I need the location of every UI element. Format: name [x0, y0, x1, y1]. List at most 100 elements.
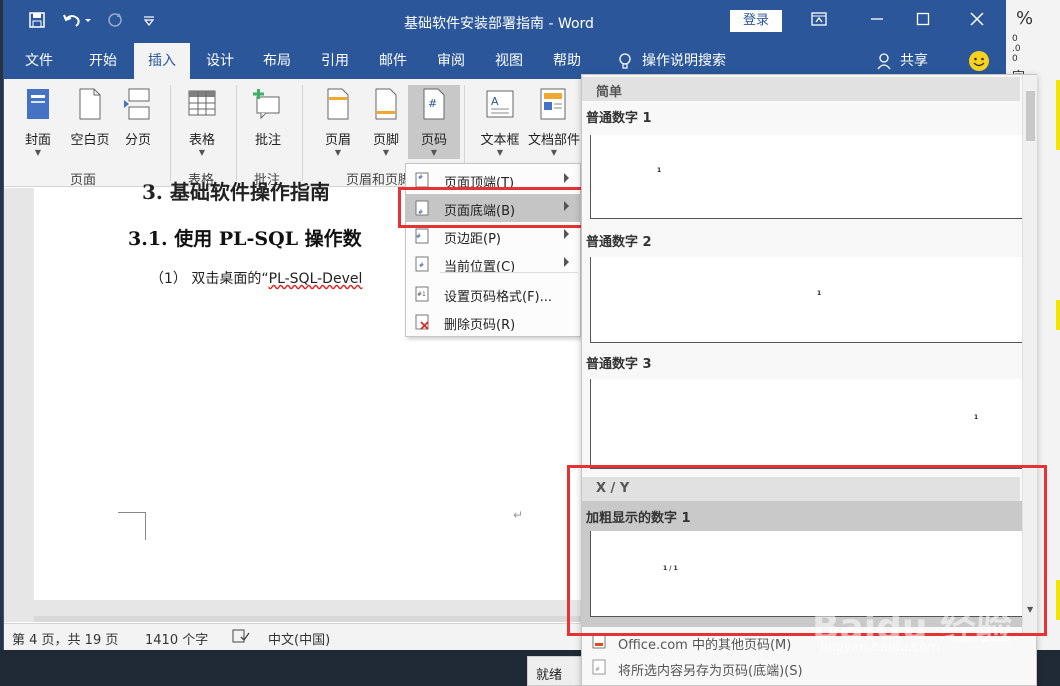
save-icon[interactable] — [28, 11, 46, 33]
chevron-down-icon: ▼ — [334, 148, 342, 157]
header-button[interactable]: 页眉 ▼ — [312, 85, 364, 159]
gallery-item-title: 普通数字 2 — [586, 235, 652, 250]
paragraph-step-1: （1） 双击桌面的“PL-SQL-Devel — [150, 268, 362, 288]
login-button[interactable]: 登录 — [730, 10, 782, 32]
menu-item-label: 删除页码(R) — [444, 318, 516, 333]
page-break-icon — [124, 88, 150, 120]
paragraph-text: （1） 双击桌面的“ — [150, 271, 269, 287]
paragraph-mark: ↵ — [513, 508, 524, 522]
chevron-down-icon: ▼ — [430, 148, 438, 157]
remove-page-numbers-icon — [415, 314, 429, 330]
comment-label: 批注 — [254, 133, 281, 148]
quick-parts-button[interactable]: 文档部件 ▼ — [524, 85, 584, 159]
footer-button[interactable]: 页脚 ▼ — [360, 85, 412, 159]
redo-icon[interactable] — [106, 11, 124, 33]
submenu-arrow-icon — [564, 229, 569, 239]
page-count-status[interactable]: 第 4 页，共 19 页 — [12, 629, 118, 648]
tab-design[interactable]: 设计 — [194, 43, 246, 79]
footer-label: 页脚 — [372, 133, 399, 148]
menu-separator — [440, 272, 578, 273]
tab-references[interactable]: 引用 — [310, 43, 360, 79]
comment-button[interactable]: 批注 — [242, 85, 294, 159]
svg-text:#: # — [595, 666, 600, 673]
chevron-down-icon: ▼ — [198, 148, 206, 157]
heading-3: 3. 基础软件操作指南 — [142, 180, 330, 204]
text-box-button[interactable]: A 文本框 ▼ — [474, 85, 526, 159]
menu-item-current-position[interactable]: # 当前位置(C) — [406, 250, 580, 278]
horizontal-scrollbar[interactable] — [34, 616, 594, 622]
format-page-numbers-icon: #1 — [415, 286, 429, 302]
background-highlight-bar — [1056, 580, 1060, 620]
word-count-status[interactable]: 1410 个字 — [145, 629, 208, 648]
customize-quick-access-icon[interactable] — [142, 13, 156, 35]
undo-icon[interactable] — [62, 11, 92, 33]
background-readout-low: 0 — [1012, 54, 1018, 64]
chevron-down-icon: ▼ — [550, 148, 558, 157]
table-icon — [188, 90, 216, 116]
spell-error-text: PL-SQL-Devel — [268, 271, 363, 287]
tab-insert[interactable]: 插入 — [134, 43, 190, 79]
text-box-label: 文本框 — [480, 133, 520, 148]
minimize-icon[interactable] — [862, 9, 892, 33]
proofing-icon[interactable] — [232, 628, 250, 648]
top-of-page-icon: # — [415, 172, 429, 188]
cover-page-button[interactable]: 封面 ▼ — [12, 85, 64, 159]
ribbon-display-options-icon[interactable] — [804, 9, 834, 33]
save-selection-label: 将所选内容另存为页码(底端)(S) — [618, 664, 803, 679]
svg-text:#: # — [428, 97, 437, 110]
footer-icon — [375, 88, 397, 120]
close-icon[interactable] — [962, 9, 992, 33]
margin-corner-mark — [118, 512, 146, 540]
menu-item-label: 设置页码格式(F)... — [444, 290, 553, 305]
gallery-item-plain-number-2[interactable]: 1 — [590, 257, 1029, 343]
scrollbar-thumb[interactable] — [1026, 91, 1035, 141]
cover-page-label: 封面 — [24, 133, 51, 148]
background-highlight-bar — [1056, 300, 1060, 330]
gallery-item-plain-number-1[interactable]: 1 — [590, 135, 1029, 219]
title-bar: 基础软件安装部署指南 - Word 登录 — [4, 1, 1006, 43]
lightbulb-icon — [616, 52, 634, 70]
background-readout-top: 0 — [1012, 34, 1018, 44]
page-margins-icon: # — [415, 228, 429, 244]
maximize-icon[interactable] — [908, 9, 938, 33]
highlight-box-bottom-of-page — [398, 187, 592, 228]
gallery-item-plain-number-3[interactable]: 1 — [590, 379, 1029, 469]
more-page-numbers-label: Office.com 中的其他页码(M) — [618, 638, 792, 653]
gallery-item-title: 普通数字 1 — [586, 111, 652, 126]
language-status[interactable]: 中文(中国) — [268, 629, 330, 648]
submenu-arrow-icon — [564, 173, 569, 183]
tab-home[interactable]: 开始 — [76, 43, 130, 79]
page-number-button[interactable]: # 页码 ▼ — [408, 85, 460, 159]
quick-parts-icon — [540, 88, 566, 120]
chevron-down-icon: ▼ — [382, 148, 390, 157]
blank-page-label: 空白页 — [70, 133, 110, 148]
tab-file[interactable]: 文件 — [12, 43, 66, 79]
cover-page-icon — [27, 89, 49, 119]
save-selection-icon: # — [592, 659, 606, 675]
text-box-icon: A — [486, 90, 514, 118]
table-button[interactable]: 表格 ▼ — [176, 85, 228, 159]
page-number-preview: 1 — [657, 167, 662, 174]
svg-text:#: # — [418, 174, 423, 181]
save-selection-as-page-number[interactable]: # 将所选内容另存为页码(底端)(S) — [582, 655, 1036, 681]
page-break-button[interactable]: 分页 — [112, 85, 164, 159]
tab-view[interactable]: 视图 — [484, 43, 534, 79]
menu-item-format-page-numbers[interactable]: #1 设置页码格式(F)... — [406, 280, 580, 308]
heading-3-1: 3.1. 使用 PL-SQL 操作数 — [128, 228, 362, 250]
page-number-preview: 1 — [817, 290, 822, 297]
new-comment-icon — [253, 89, 280, 120]
tab-layout[interactable]: 布局 — [252, 43, 302, 79]
group-separator — [170, 85, 171, 181]
svg-text:#: # — [416, 233, 421, 240]
quick-parts-label: 文档部件 — [527, 133, 580, 148]
menu-item-remove-page-numbers[interactable]: 删除页码(R) — [406, 308, 580, 336]
background-status-ready: 就绪 — [527, 656, 587, 686]
current-position-icon: # — [415, 256, 429, 272]
background-highlight-bar — [1056, 80, 1060, 150]
page-number-icon: # — [423, 88, 445, 120]
tab-review[interactable]: 审阅 — [426, 43, 476, 79]
percent-symbol: % — [1016, 8, 1034, 29]
tab-mailings[interactable]: 邮件 — [368, 43, 418, 79]
blank-page-button[interactable]: 空白页 — [62, 85, 118, 159]
table-label: 表格 — [188, 133, 215, 148]
